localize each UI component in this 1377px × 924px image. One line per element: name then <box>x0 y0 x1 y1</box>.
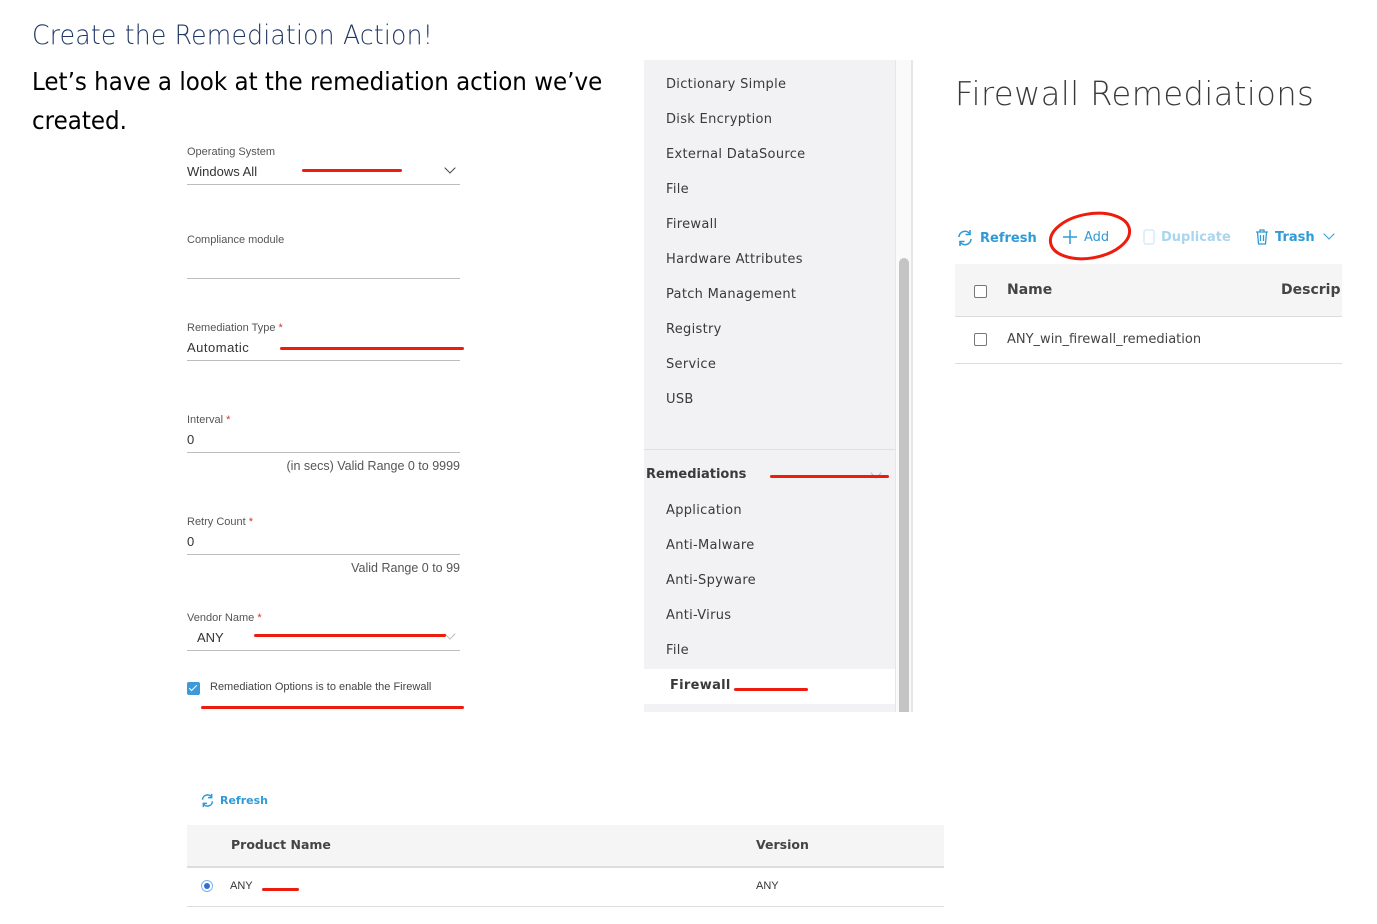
remediation-type-label: Remediation Type * <box>187 322 460 334</box>
annotation-underline <box>280 347 464 350</box>
chevron-down-icon[interactable] <box>444 162 456 174</box>
operating-system-select[interactable]: Operating System Windows All <box>187 146 460 185</box>
product-refresh-label: Refresh <box>220 794 268 807</box>
remediation-option-label: Remediation Options is to enable the Fir… <box>210 681 432 693</box>
sidebar-item[interactable]: Patch Management <box>666 287 796 302</box>
annotation-underline <box>201 706 464 709</box>
annotation-underline <box>770 475 889 478</box>
compliance-module-label: Compliance module <box>187 234 285 246</box>
operating-system-label: Operating System <box>187 146 276 158</box>
field-underline <box>187 452 460 453</box>
sidebar-item[interactable]: Service <box>666 357 716 372</box>
trash-button[interactable]: Trash <box>1255 228 1335 245</box>
required-mark: * <box>257 612 262 624</box>
retry-count-hint: Valid Range 0 to 99 <box>351 561 460 575</box>
interval-field[interactable]: Interval * 0 (in secs) Valid Range 0 to … <box>187 414 460 473</box>
table-header: Name Descrip <box>955 264 1342 317</box>
annotation-underline <box>302 169 402 172</box>
operating-system-value-text: Windows All <box>187 164 258 179</box>
duplicate-label: Duplicate <box>1161 229 1231 245</box>
trash-icon <box>1256 229 1268 245</box>
duplicate-icon <box>1143 229 1155 245</box>
field-underline <box>187 278 460 279</box>
vendor-name-label: Vendor Name * <box>187 612 460 624</box>
interval-label: Interval * <box>187 414 460 426</box>
sidebar-item[interactable]: External DataSource <box>666 147 805 162</box>
remediation-type-select[interactable]: Remediation Type * Automatic <box>187 322 460 361</box>
field-underline <box>187 650 460 651</box>
sidebar-item[interactable]: USB <box>666 392 694 407</box>
sidebar-item[interactable]: Anti-Virus <box>666 608 731 623</box>
field-underline <box>187 360 460 361</box>
product-version: ANY <box>756 880 779 892</box>
retry-count-field[interactable]: Retry Count * 0 Valid Range 0 to 99 <box>187 516 460 575</box>
retry-count-label-text: Retry Count <box>187 516 246 528</box>
document-body: Let’s have a look at the remediation act… <box>32 67 603 135</box>
sidebar-item[interactable]: Disk Encryption <box>666 112 772 127</box>
page-title: Firewall Remediations <box>955 74 1315 113</box>
sidebar-item[interactable]: Anti-Malware <box>666 538 755 553</box>
duplicate-button[interactable]: Duplicate <box>1143 229 1231 245</box>
vendor-name-label-text: Vendor Name <box>187 612 255 624</box>
column-header-description[interactable]: Descrip <box>1281 282 1340 298</box>
annotation-underline <box>734 688 808 691</box>
annotation-underline <box>262 888 299 891</box>
interval-value: 0 <box>187 432 195 447</box>
annotation-underline <box>254 634 446 637</box>
sidebar-divider <box>644 449 895 450</box>
product-refresh-button[interactable]: Refresh <box>200 793 268 808</box>
refresh-icon <box>201 793 214 808</box>
required-mark: * <box>248 516 254 528</box>
remediation-type-label-text: Remediation Type <box>187 322 276 334</box>
chevron-down-icon[interactable] <box>444 628 456 640</box>
compliance-module-field[interactable]: Compliance module <box>187 234 460 279</box>
sidebar-item[interactable]: Dictionary Simple <box>666 77 786 92</box>
sidebar-item[interactable]: Registry <box>666 322 722 337</box>
vendor-name-value-text: ANY <box>197 630 224 645</box>
column-header-product-name[interactable]: Product Name <box>231 837 331 852</box>
column-header-name[interactable]: Name <box>1007 282 1052 298</box>
table-row[interactable]: ANY_win_firewall_remediation <box>955 317 1342 364</box>
refresh-button[interactable]: Refresh <box>956 229 1037 247</box>
required-mark: * <box>226 414 231 426</box>
product-radio[interactable] <box>201 880 213 892</box>
compliance-module-value <box>187 252 460 274</box>
sidebar-item-selected[interactable]: Firewall <box>670 678 731 693</box>
refresh-label: Refresh <box>980 230 1037 246</box>
interval-hint: (in secs) Valid Range 0 to 9999 <box>286 459 460 473</box>
remediation-option-checkbox[interactable] <box>187 682 200 695</box>
document-heading: Create the Remediation Action! <box>32 20 433 51</box>
sidebar-scrollbar-thumb[interactable] <box>899 258 909 712</box>
field-underline <box>187 184 460 185</box>
product-table-row[interactable]: ANY ANY <box>187 868 944 907</box>
sidebar: Dictionary Simple Disk Encryption External… <box>644 60 895 712</box>
operating-system-value: Windows All <box>187 162 460 180</box>
trash-label: Trash <box>1275 229 1315 245</box>
row-checkbox[interactable] <box>974 333 987 346</box>
sidebar-section-remediations[interactable]: Remediations <box>646 467 746 482</box>
vendor-name-value: ANY <box>187 628 460 646</box>
sidebar-item[interactable]: File <box>666 643 689 658</box>
refresh-icon <box>958 230 972 246</box>
sidebar-item[interactable]: File <box>666 182 689 197</box>
sidebar-item[interactable]: Firewall <box>666 217 717 232</box>
remediation-type-value-text: Automatic <box>187 340 250 355</box>
select-all-checkbox[interactable] <box>974 285 987 298</box>
sidebar-item[interactable]: Anti-Spyware <box>666 573 756 588</box>
vendor-name-select[interactable]: Vendor Name * ANY <box>187 612 460 651</box>
chevron-down-icon[interactable] <box>1322 228 1335 240</box>
interval-label-text: Interval <box>187 414 224 426</box>
annotation-circle <box>1048 211 1132 261</box>
product-name: ANY <box>230 880 253 892</box>
sidebar-item[interactable]: Hardware Attributes <box>666 252 803 267</box>
product-table-header: Product Name Version <box>187 825 944 868</box>
field-underline <box>187 554 460 555</box>
column-header-version[interactable]: Version <box>756 837 809 852</box>
required-mark: * <box>278 322 283 334</box>
row-name[interactable]: ANY_win_firewall_remediation <box>1007 332 1201 347</box>
retry-count-label: Retry Count * <box>187 516 460 528</box>
retry-count-value: 0 <box>187 534 195 549</box>
sidebar-item[interactable]: Application <box>666 503 742 518</box>
